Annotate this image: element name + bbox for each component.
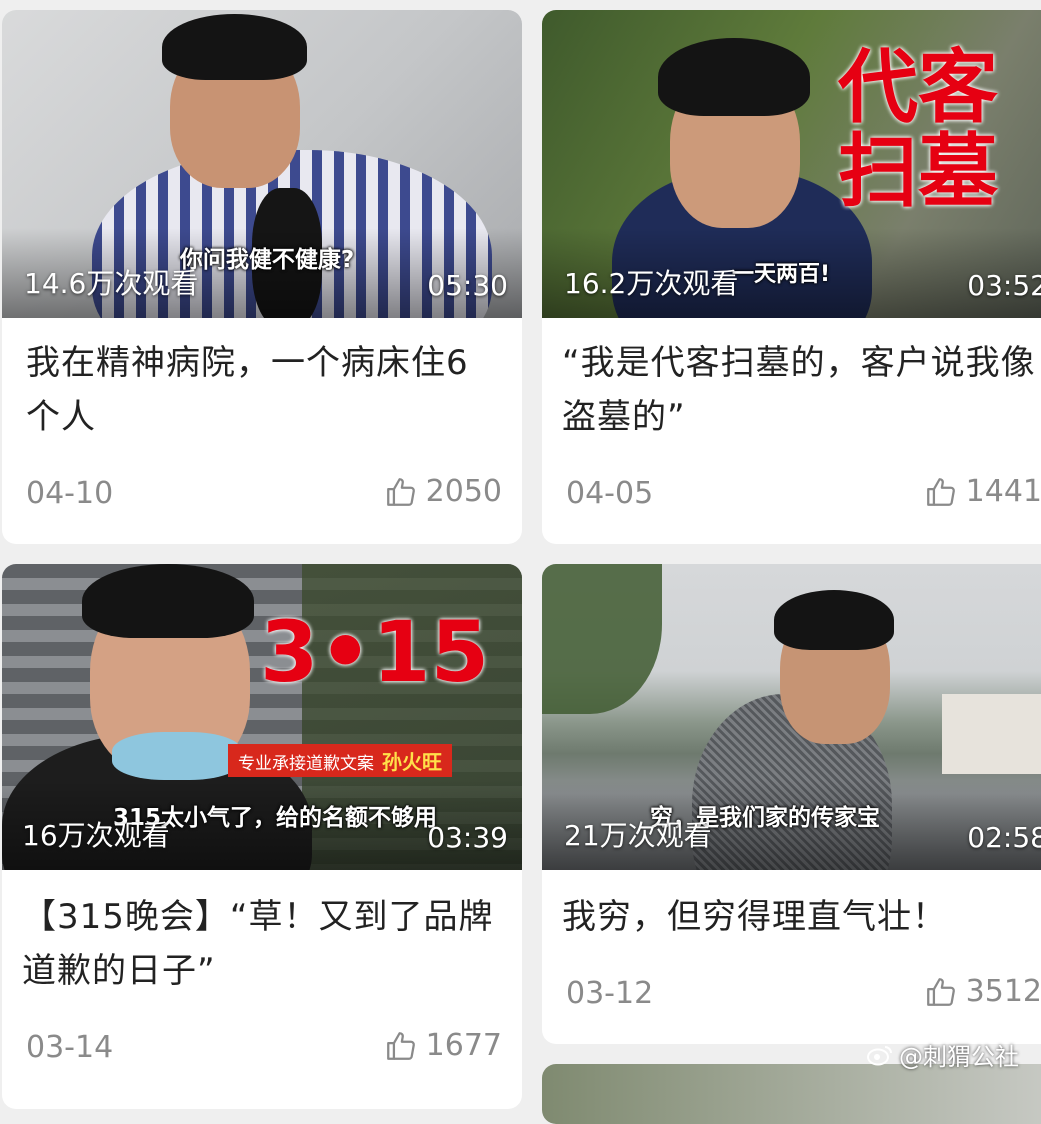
- publish-date: 04-05: [566, 476, 654, 511]
- like-count[interactable]: 1677: [384, 1028, 502, 1063]
- person-hair: [658, 38, 810, 116]
- video-card-5-partial[interactable]: [542, 1064, 1041, 1124]
- watermark-text: @刺猬公社: [899, 1043, 1019, 1071]
- person-hair: [162, 14, 307, 80]
- thumbs-up-icon[interactable]: [384, 475, 418, 509]
- video-thumbnail-4[interactable]: 穷，是我们家的传家宝 21万次观看 02:58: [542, 564, 1041, 870]
- banner-name: 孙火旺: [382, 750, 442, 774]
- video-duration: 02:58: [967, 821, 1041, 854]
- like-count[interactable]: 1441: [924, 474, 1041, 509]
- thumbnail-background: [542, 1064, 1041, 1124]
- video-title[interactable]: 我在精神病院，一个病床住6个人: [26, 336, 502, 444]
- like-count-value: 3512: [965, 974, 1041, 1009]
- view-count: 16万次观看: [22, 819, 170, 852]
- video-duration: 05:30: [427, 269, 508, 302]
- publish-date: 03-12: [566, 976, 654, 1011]
- weibo-logo-icon: [867, 1045, 892, 1065]
- like-count-value: 1441: [965, 474, 1041, 509]
- banner-text: 专业承接道歉文案: [238, 754, 374, 774]
- video-card-4[interactable]: 穷，是我们家的传家宝 21万次观看 02:58 我穷，但穷得理直气壮！ 03-1…: [542, 564, 1041, 1044]
- view-count: 14.6万次观看: [24, 267, 199, 300]
- video-duration: 03:39: [427, 821, 508, 854]
- video-caption: 一天两百!: [732, 262, 831, 287]
- video-title[interactable]: “我是代客扫墓的，客户说我像盗墓的”: [562, 336, 1041, 444]
- thumbnail-overlay-title: 代客扫墓: [838, 41, 998, 218]
- video-title[interactable]: 我穷，但穷得理直气壮！: [562, 890, 1041, 944]
- like-count-value: 1677: [425, 1028, 502, 1063]
- watermark: @刺猬公社: [867, 1037, 1019, 1072]
- thumbnail-overlay-title: 3•15: [260, 603, 490, 701]
- video-duration: 03:52: [967, 269, 1041, 302]
- thumbnail-banner: 专业承接道歉文案 孙火旺: [228, 744, 452, 777]
- publish-date: 03-14: [26, 1030, 114, 1065]
- thumbs-up-icon[interactable]: [384, 1029, 418, 1063]
- thumbs-up-icon[interactable]: [924, 975, 958, 1009]
- like-count-value: 2050: [425, 474, 502, 509]
- video-thumbnail-2[interactable]: 代客扫墓 一天两百! 16.2万次观看 03:52: [542, 10, 1041, 318]
- like-count[interactable]: 2050: [384, 474, 502, 509]
- video-thumbnail-1[interactable]: 你问我健不健康? 14.6万次观看 05:30: [2, 10, 522, 318]
- buildings: [942, 694, 1041, 774]
- video-card-2[interactable]: 代客扫墓 一天两百! 16.2万次观看 03:52 “我是代客扫墓的，客户说我像…: [542, 10, 1041, 544]
- video-title[interactable]: 【315晚会】“草！又到了品牌道歉的日子”: [22, 890, 502, 998]
- person-hair: [774, 590, 894, 650]
- video-card-3[interactable]: 3•15 专业承接道歉文案 孙火旺 315太小气了，给的名额不够用 16万次观看 …: [2, 564, 522, 1109]
- view-count: 16.2万次观看: [564, 267, 739, 300]
- person-hair: [82, 564, 254, 638]
- publish-date: 04-10: [26, 476, 114, 511]
- thumbs-up-icon[interactable]: [924, 475, 958, 509]
- like-count[interactable]: 3512: [924, 974, 1041, 1009]
- view-count: 21万次观看: [564, 819, 712, 852]
- video-thumbnail-3[interactable]: 3•15 专业承接道歉文案 孙火旺 315太小气了，给的名额不够用 16万次观看 …: [2, 564, 522, 870]
- face-mask: [112, 732, 242, 780]
- video-card-1[interactable]: 你问我健不健康? 14.6万次观看 05:30 我在精神病院，一个病床住6个人 …: [2, 10, 522, 544]
